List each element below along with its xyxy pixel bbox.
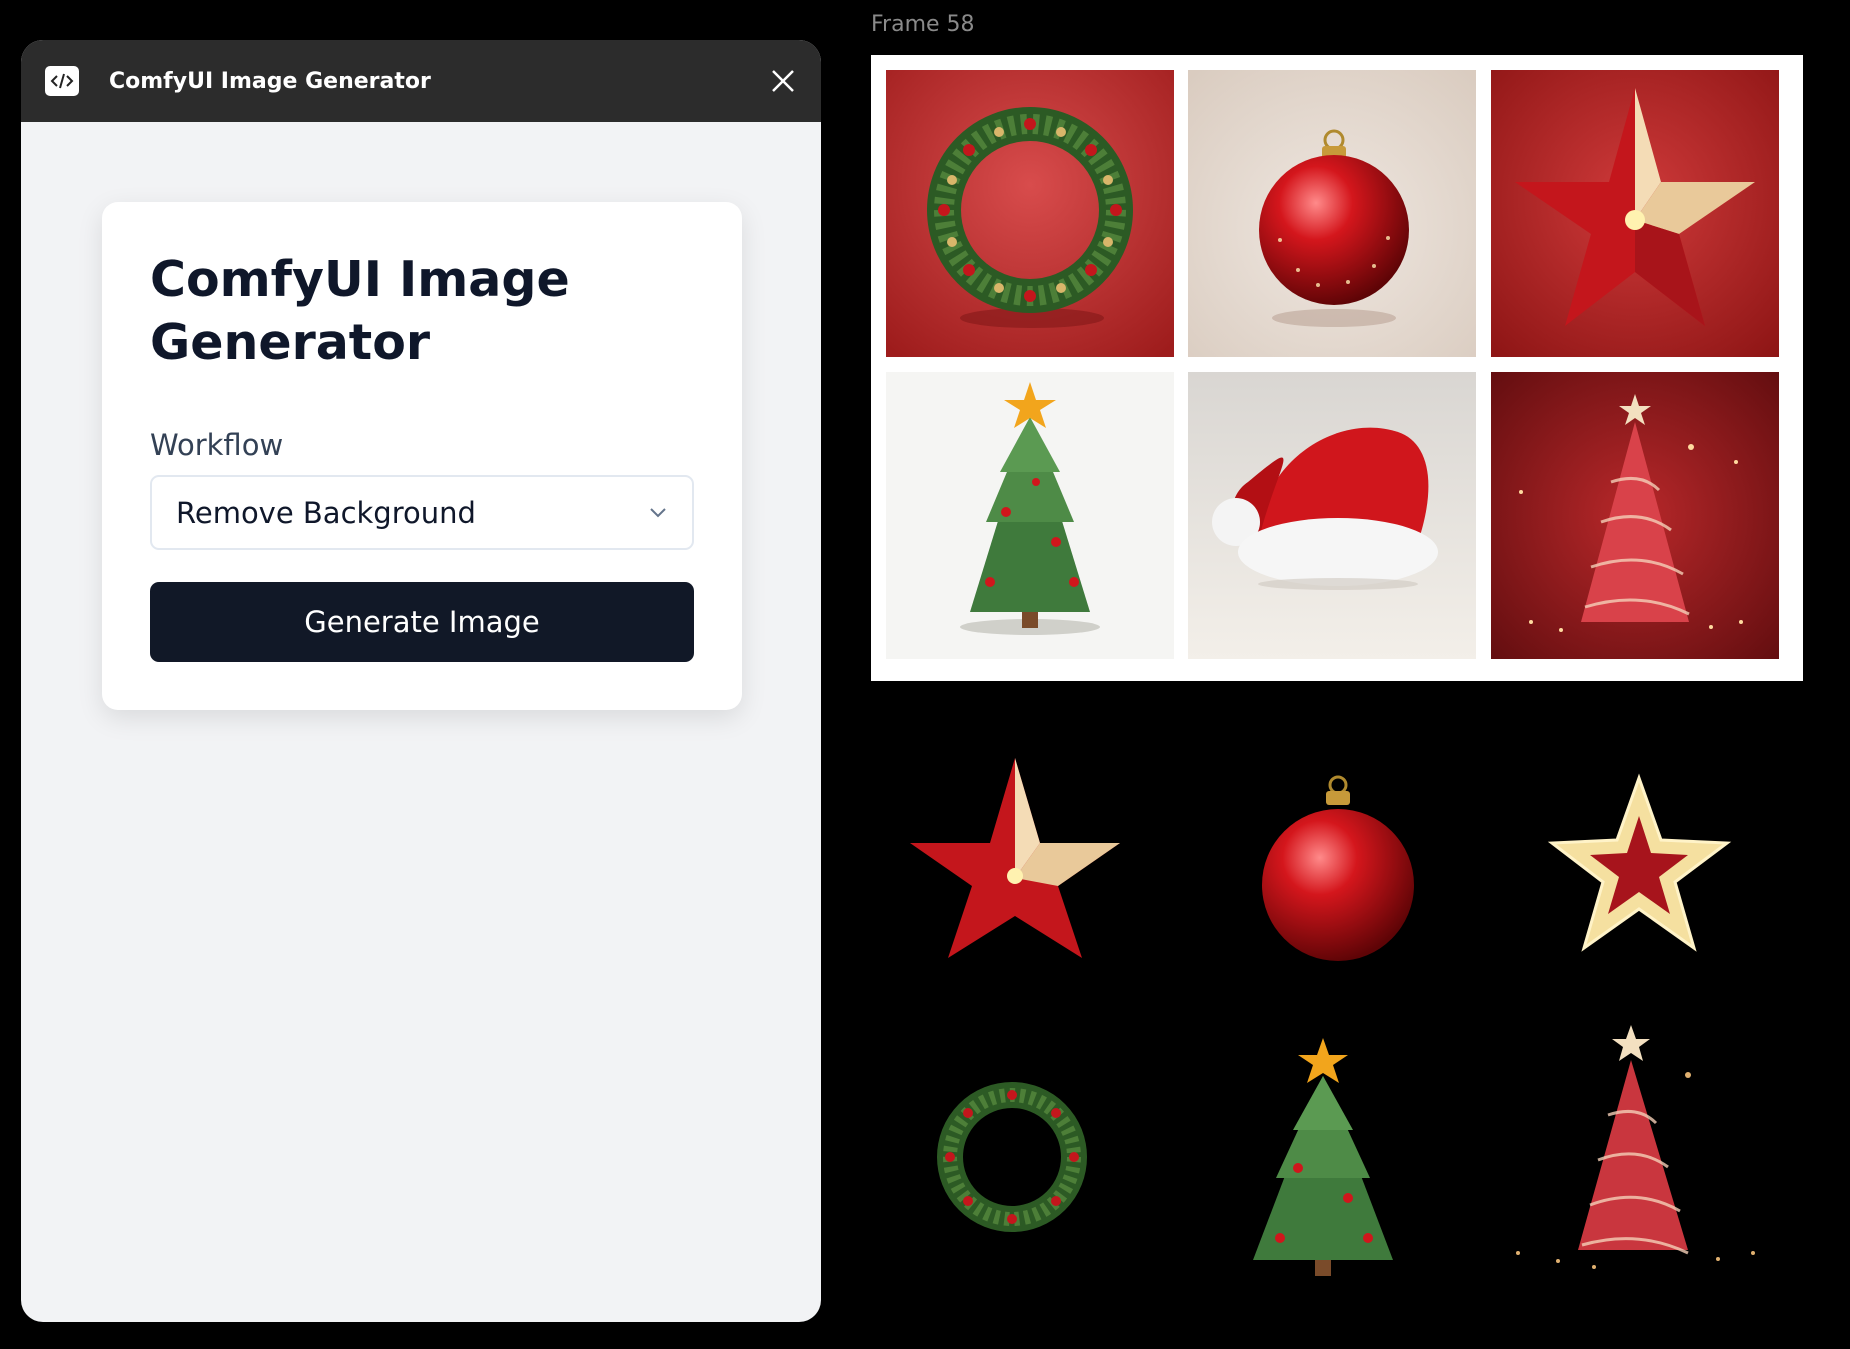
workflow-select[interactable]: Remove Background [150, 475, 694, 550]
page-title: ComfyUI Image Generator [150, 251, 570, 371]
sparkling-red-tree-cutout[interactable] [1498, 1025, 1773, 1283]
workflow-selected-value: Remove Background [176, 495, 476, 530]
red-star-cutout[interactable] [910, 758, 1120, 958]
generate-image-button[interactable]: Generate Image [150, 582, 694, 662]
workflow-label: Workflow [150, 428, 284, 462]
plugin-titlebar: ComfyUI Image Generator [21, 40, 821, 122]
red-star-image[interactable] [1491, 70, 1779, 357]
frame-58[interactable] [871, 55, 1803, 681]
plugin-window: ComfyUI Image Generator ComfyUI Image Ge… [21, 40, 821, 1322]
green-christmas-tree-cutout[interactable] [1238, 1038, 1408, 1278]
frame-label[interactable]: Frame 58 [871, 12, 975, 37]
generator-card: ComfyUI Image Generator Workflow Remove … [102, 202, 742, 710]
code-icon [45, 66, 79, 96]
red-ornament-image[interactable] [1188, 70, 1476, 357]
red-ornament-cutout[interactable] [1258, 775, 1418, 965]
chevron-down-icon [650, 507, 666, 517]
window-title: ComfyUI Image Generator [109, 68, 431, 94]
close-icon[interactable] [769, 67, 797, 95]
sparkling-red-tree-image[interactable] [1491, 372, 1779, 659]
santa-hat-image[interactable] [1188, 372, 1476, 659]
wreath-cutout[interactable] [932, 1075, 1092, 1240]
wreath-image[interactable] [886, 70, 1174, 357]
gold-outline-star-cutout[interactable] [1547, 773, 1732, 953]
green-christmas-tree-image[interactable] [886, 372, 1174, 659]
